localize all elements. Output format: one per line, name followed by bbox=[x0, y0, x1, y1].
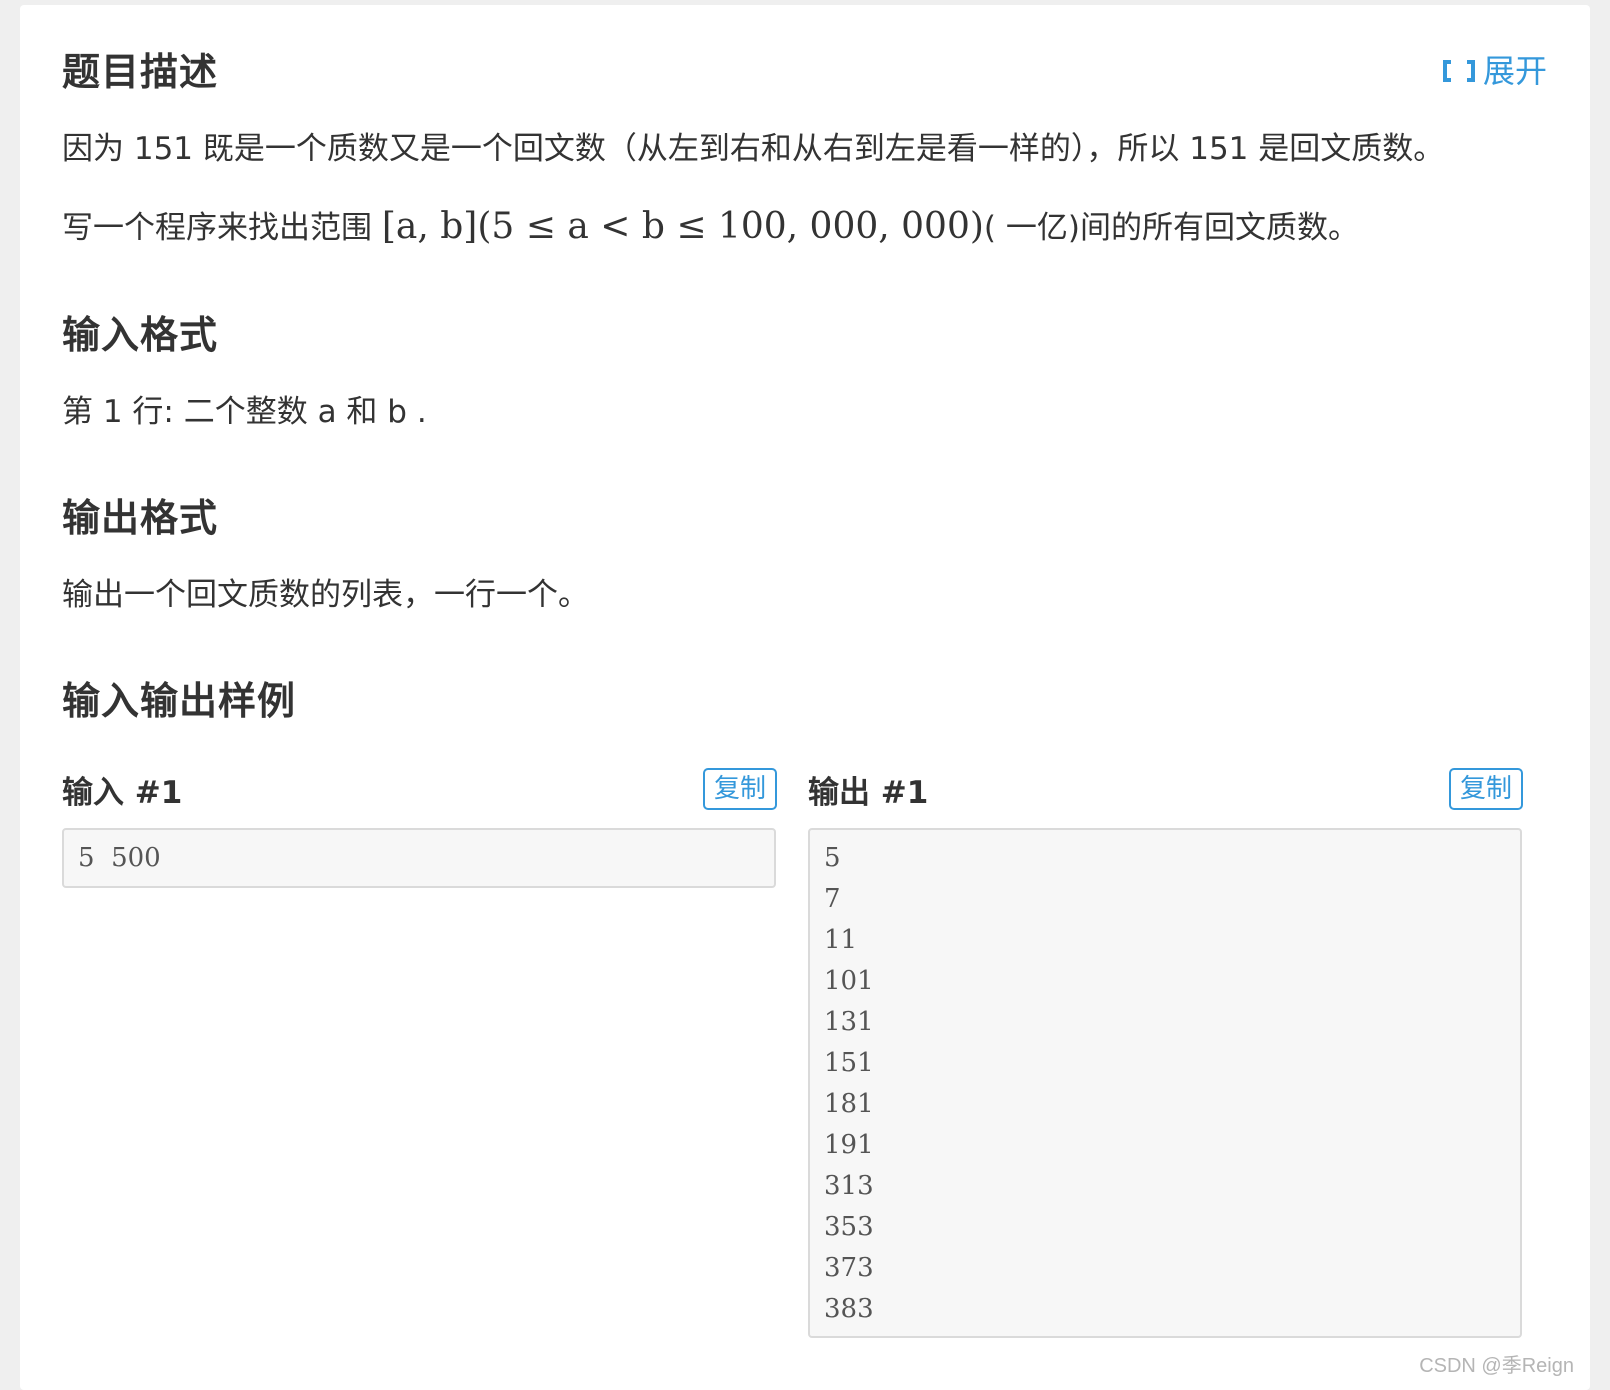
range-formula: [a, b](5 ≤ a < b ≤ 100, 000, 000) bbox=[381, 206, 984, 247]
sample-output-line: 5 bbox=[824, 843, 841, 873]
description-text-2-prefix: 写一个程序来找出范围 bbox=[62, 210, 382, 246]
expand-icon bbox=[1442, 59, 1475, 83]
output-format-text: 输出一个回文质数的列表，一行一个。 bbox=[62, 577, 589, 613]
sample-input-box[interactable]: 5 500 bbox=[62, 828, 776, 888]
description-title: 题目描述 bbox=[62, 50, 219, 94]
input-format-title: 输入格式 bbox=[62, 313, 219, 357]
sample-output-line: 373 bbox=[824, 1253, 874, 1283]
copy-output-button[interactable]: 复制 bbox=[1449, 768, 1524, 810]
sample-output-line: 191 bbox=[824, 1130, 874, 1160]
description-text-1: 因为 151 既是一个质数又是一个回文数（从左到右和从右到左是看一样的），所以 … bbox=[62, 131, 1445, 167]
sample-output-line: 313 bbox=[824, 1171, 874, 1201]
sample-input-label: 输入 #1 bbox=[62, 775, 183, 811]
sample-output-label: 输出 #1 bbox=[808, 775, 929, 811]
description-text-2: 写一个程序来找出范围 [a, b](5 ≤ a < b ≤ 100, 000, … bbox=[62, 205, 1359, 248]
output-format-title: 输出格式 bbox=[62, 496, 219, 540]
problem-card: 题目描述 展开 因为 151 既是一个质数又是一个回文数（从左到右和从右到左是看… bbox=[20, 5, 1590, 1390]
sample-output-line: 353 bbox=[824, 1212, 874, 1242]
description-text-2-suffix: ( 一亿)间的所有回文质数。 bbox=[983, 210, 1359, 246]
expand-button[interactable]: 展开 bbox=[1442, 52, 1547, 90]
copy-input-button[interactable]: 复制 bbox=[703, 768, 778, 810]
watermark: CSDN @季Reign bbox=[1419, 1355, 1574, 1377]
sample-output-line: 101 bbox=[824, 966, 874, 996]
sample-output-line: 383 bbox=[824, 1294, 874, 1324]
sample-output-line: 131 bbox=[824, 1007, 874, 1037]
sample-output-line: 181 bbox=[824, 1089, 874, 1119]
sample-output-box[interactable]: 5 7 11 101 131 151 181 191 313 353 373 383 bbox=[808, 828, 1522, 1338]
sample-output-line: 7 bbox=[824, 884, 841, 914]
expand-label: 展开 bbox=[1482, 52, 1547, 90]
samples-title: 输入输出样例 bbox=[62, 679, 297, 723]
input-format-text: 第 1 行: 二个整数 a 和 b . bbox=[62, 394, 427, 430]
sample-output-line: 11 bbox=[824, 925, 858, 955]
sample-output-line: 151 bbox=[824, 1048, 874, 1078]
